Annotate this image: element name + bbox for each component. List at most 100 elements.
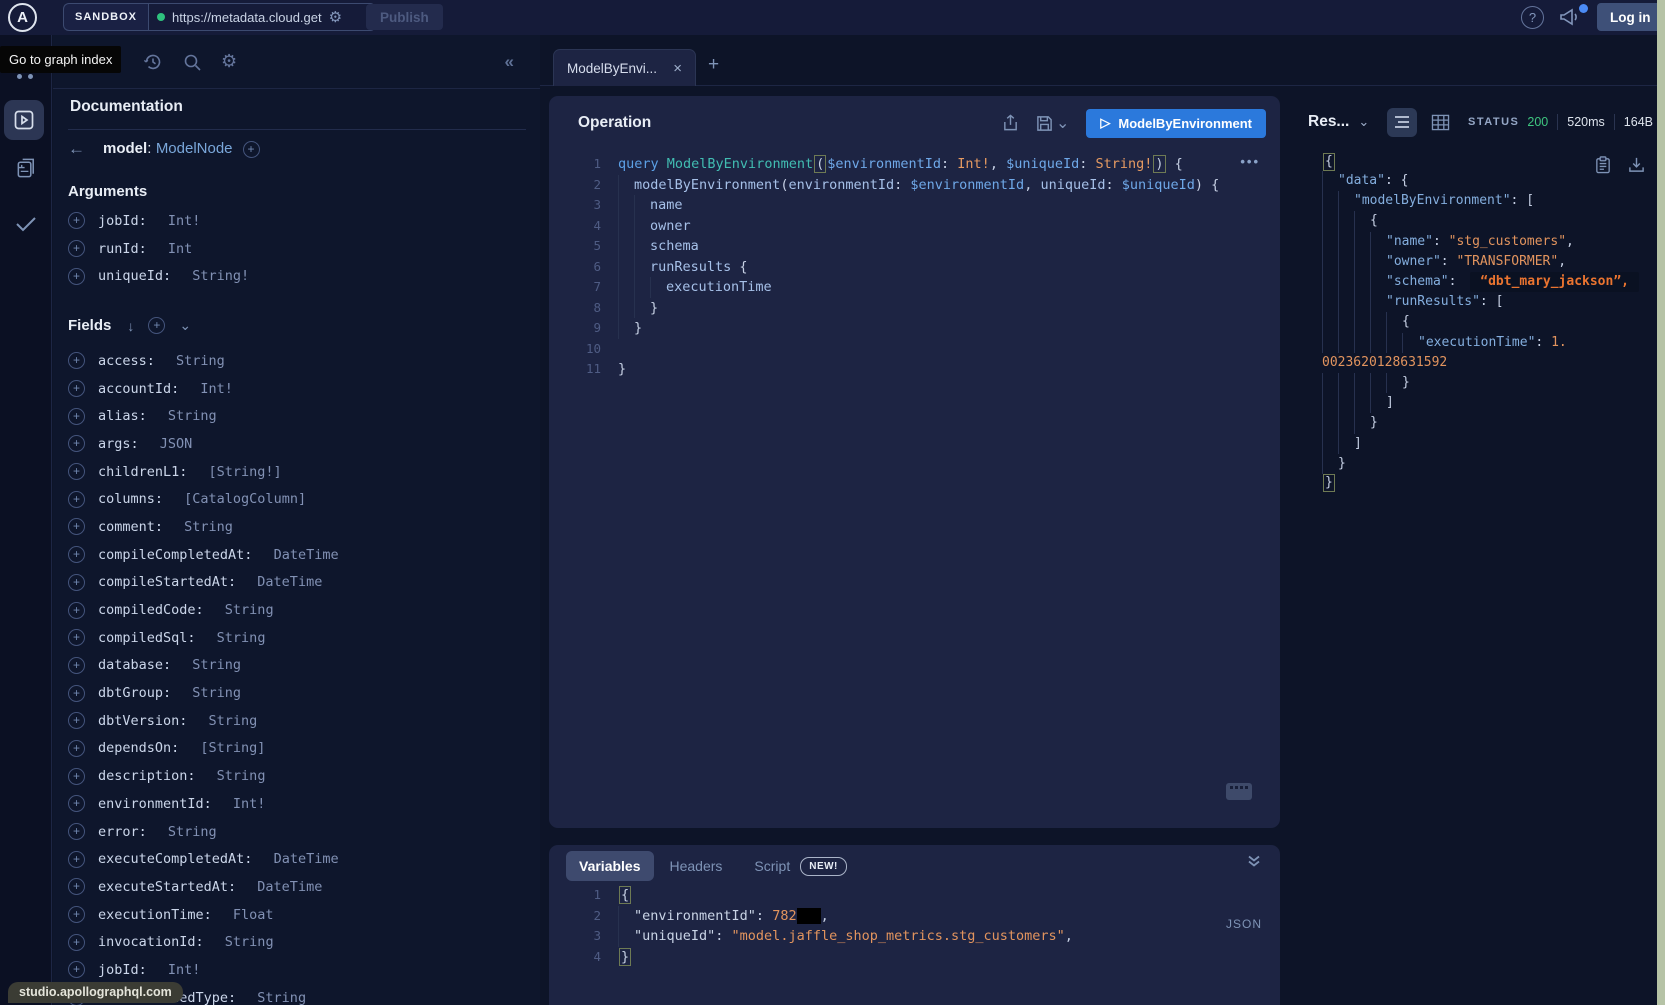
add-to-query-icon[interactable]: + [68,546,85,563]
field-name[interactable]: executeStartedAt: [98,879,236,895]
field-type[interactable]: String [168,353,225,369]
field-type[interactable]: String [209,630,266,646]
code-line[interactable]: } [1322,454,1639,474]
checklist-nav-item[interactable] [0,213,52,235]
code-line[interactable]: 3name [571,195,1219,216]
login-button[interactable]: Log in [1597,3,1664,31]
field-type[interactable]: String! [184,268,249,284]
code-line[interactable]: 2"environmentId": 782, [571,906,1073,927]
tab-script[interactable]: Script [738,851,798,881]
field-type[interactable]: Float [225,907,274,923]
add-to-query-icon[interactable]: + [68,740,85,757]
field-name[interactable]: runId: [98,241,147,257]
field-name[interactable]: jobId: [98,213,147,229]
copy-response-icon[interactable] [1595,156,1611,174]
field-name[interactable]: childrenL1: [98,464,187,480]
code-line[interactable]: "data": { [1322,171,1639,191]
field-name[interactable]: compiledSql: [98,630,196,646]
field-type[interactable]: Int! [160,213,201,229]
field-type[interactable]: String [184,685,241,701]
operation-tab[interactable]: ModelByEnvi... × [553,49,696,86]
code-line[interactable]: } [1322,474,1639,492]
field-type[interactable]: String [217,934,274,950]
add-to-query-icon[interactable]: + [68,934,85,951]
add-all-fields-icon[interactable]: + [148,317,165,334]
variables-code-editor[interactable]: 1{2"environmentId": 782,3"uniqueId": "mo… [571,885,1073,967]
code-line[interactable]: "owner": "TRANSFORMER", [1322,252,1639,272]
field-type[interactable]: [String] [192,740,265,756]
connection-settings-icon[interactable]: ⚙ [329,8,342,26]
field-name[interactable]: accountId: [98,381,179,397]
field-name[interactable]: dbtVersion: [98,713,187,729]
help-icon[interactable]: ? [1521,6,1544,29]
code-line[interactable]: "schema": “dbt_mary_jackson”, [1322,272,1639,292]
code-line[interactable]: } [1322,413,1639,433]
code-line[interactable]: 5schema [571,236,1219,257]
add-to-query-icon[interactable]: + [68,878,85,895]
code-line[interactable]: ] [1322,434,1639,454]
fields-menu-chevron-icon[interactable]: ⌄ [179,317,191,334]
field-type[interactable]: Int! [225,796,266,812]
field-name[interactable]: jobId: [98,962,147,978]
apollo-logo-icon[interactable]: A [8,3,37,32]
field-type[interactable]: DateTime [265,851,338,867]
close-tab-icon[interactable]: × [673,60,682,77]
table-view-icon[interactable] [1431,114,1450,131]
field-type[interactable]: String [160,408,217,424]
code-line[interactable]: 9} [571,318,1219,339]
add-to-query-icon[interactable]: + [68,851,85,868]
add-to-query-icon[interactable]: + [68,240,85,257]
add-to-query-icon[interactable]: + [68,212,85,229]
field-name[interactable]: args: [98,436,139,452]
operation-code-editor[interactable]: 1query ModelByEnvironment($environmentId… [571,154,1219,380]
run-operation-button[interactable]: ▷ ModelByEnvironment [1086,109,1266,138]
field-name[interactable]: access: [98,353,155,369]
code-line[interactable]: 0023620128631592 [1322,353,1639,373]
add-to-query-icon[interactable]: + [68,574,85,591]
add-to-query-icon[interactable]: + [68,906,85,923]
field-name[interactable]: compileCompletedAt: [98,547,252,563]
field-type[interactable]: String [209,768,266,784]
add-to-query-icon[interactable]: + [68,657,85,674]
share-icon[interactable] [1002,114,1019,132]
field-type[interactable]: String [249,990,306,1005]
field-type[interactable]: DateTime [265,547,338,563]
field-type[interactable]: Int! [192,381,233,397]
response-dropdown-chevron-icon[interactable]: ⌄ [1358,114,1369,130]
editor-more-menu-icon[interactable]: ••• [1240,154,1260,169]
field-type[interactable]: String [217,602,274,618]
add-to-query-icon[interactable]: + [68,961,85,978]
add-to-query-icon[interactable]: + [68,712,85,729]
code-line[interactable]: "runResults": [ [1322,292,1639,312]
code-line[interactable]: 10 [571,339,1219,360]
field-type[interactable]: String [200,713,257,729]
code-line[interactable]: 8} [571,298,1219,319]
field-type[interactable]: String [160,824,217,840]
code-line[interactable]: "modelByEnvironment": [ [1322,191,1639,211]
field-type[interactable]: DateTime [249,879,322,895]
code-line[interactable]: ] [1322,393,1639,413]
response-title[interactable]: Res... [1308,113,1349,131]
field-name[interactable]: alias: [98,408,147,424]
field-name[interactable]: executeCompletedAt: [98,851,252,867]
code-line[interactable]: 11} [571,359,1219,380]
add-to-query-icon[interactable]: + [68,408,85,425]
field-type[interactable]: Int! [160,962,201,978]
add-to-query-icon[interactable]: + [68,463,85,480]
collapse-variables-icon[interactable] [1246,853,1262,869]
field-name[interactable]: error: [98,824,147,840]
field-name[interactable]: comment: [98,519,163,535]
formatted-view-icon[interactable] [1387,108,1417,137]
code-line[interactable]: { [1322,153,1639,171]
add-to-query-icon[interactable]: + [68,435,85,452]
response-json-viewer[interactable]: {"data": {"modelByEnvironment": [{"name"… [1322,153,1639,492]
code-line[interactable]: "executionTime": 1. [1322,333,1639,353]
collapse-panel-icon[interactable]: « [505,52,514,72]
add-to-query-icon[interactable]: + [68,629,85,646]
history-icon[interactable] [143,52,163,72]
code-line[interactable]: { [1322,312,1639,332]
schema-nav-item[interactable] [0,157,52,180]
add-to-query-icon[interactable]: + [68,268,85,285]
field-type[interactable]: [String!] [200,464,281,480]
field-name[interactable]: columns: [98,491,163,507]
